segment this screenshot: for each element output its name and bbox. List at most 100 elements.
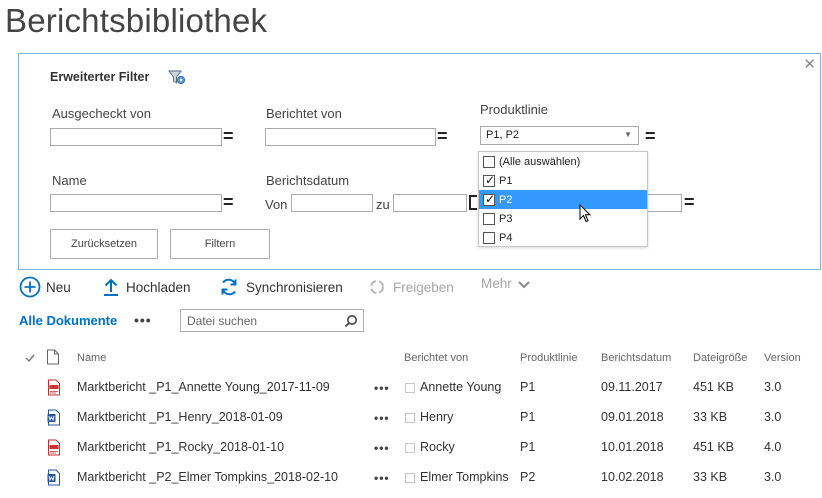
- dropdown-option-p4[interactable]: P4: [479, 228, 647, 247]
- date-to-label: zu: [376, 197, 390, 212]
- file-name-link[interactable]: Marktbericht _P1_Rocky_2018-01-10: [77, 440, 284, 454]
- reported-by-input[interactable]: [265, 128, 436, 146]
- table-row[interactable]: Marktbericht _P1_Annette Young_2017-11-0…: [0, 376, 822, 400]
- row-ellipsis[interactable]: •••: [374, 381, 390, 395]
- column-header-product-line[interactable]: Produktlinie: [520, 352, 577, 364]
- plus-circle-icon: [19, 276, 41, 298]
- file-name-link[interactable]: Marktbericht _P2_Elmer Tompkins_2018-02-…: [77, 470, 338, 484]
- new-label: Neu: [46, 279, 71, 295]
- product-line-combobox[interactable]: P1, P2 ▼: [480, 126, 639, 145]
- date-from-input[interactable]: [291, 194, 373, 212]
- dropdown-option-select-all[interactable]: (Alle auswählen): [479, 152, 647, 171]
- reported-by-label: Berichtet von: [266, 106, 342, 121]
- word-file-icon: [47, 409, 60, 426]
- column-header-version[interactable]: Version: [764, 352, 801, 364]
- cell-file-size: 451 KB: [693, 380, 735, 394]
- upload-label: Hochladen: [126, 279, 191, 295]
- share-icon: [370, 280, 384, 294]
- cell-report-date: 10.01.2018: [601, 440, 664, 454]
- file-name-link[interactable]: Marktbericht _P1_Henry_2018-01-09: [77, 410, 283, 424]
- cell-file-size: 33 KB: [693, 410, 728, 424]
- cell-version: 3.0: [764, 410, 782, 424]
- cell-reported-by[interactable]: Annette Young: [420, 380, 501, 394]
- upload-button[interactable]: Hochladen: [102, 276, 191, 298]
- product-line-dropdown[interactable]: (Alle auswählen) ✓ P1 ✓ P2 P3 P4: [478, 151, 648, 247]
- sync-button[interactable]: Synchronisieren: [219, 276, 343, 298]
- more-button[interactable]: Mehr: [481, 276, 532, 291]
- checked-out-by-label: Ausgecheckt von: [52, 106, 152, 121]
- checkmark-icon: ✓: [485, 191, 496, 206]
- name-input[interactable]: [50, 194, 222, 212]
- equals-operator: =: [684, 192, 695, 212]
- share-button[interactable]: Freigeben: [367, 276, 454, 298]
- secondary-input[interactable]: [647, 194, 682, 212]
- cell-report-date: 09.01.2018: [601, 410, 664, 424]
- select-all-check-icon[interactable]: [24, 352, 36, 364]
- option-label: P3: [499, 212, 513, 225]
- row-ellipsis[interactable]: •••: [374, 411, 390, 425]
- column-header-name[interactable]: Name: [77, 352, 106, 364]
- cell-product-line: P1: [520, 410, 536, 424]
- cell-report-date: 10.02.2018: [601, 470, 664, 484]
- checkbox[interactable]: [483, 231, 495, 244]
- filter-button[interactable]: Filtern: [170, 229, 270, 259]
- column-header-report-date[interactable]: Berichtsdatum: [601, 352, 671, 364]
- cell-version: 3.0: [764, 380, 782, 394]
- cell-reported-by[interactable]: Rocky: [420, 440, 455, 454]
- cell-reported-by[interactable]: Henry: [420, 410, 453, 424]
- cell-version: 4.0: [764, 440, 782, 454]
- file-type-icon: [47, 349, 59, 365]
- chevron-down-icon[interactable]: ▼: [624, 130, 632, 139]
- date-to-input[interactable]: [393, 194, 467, 212]
- search-box[interactable]: Datei suchen: [180, 309, 364, 332]
- mouse-cursor-icon: [579, 204, 592, 223]
- search-icon[interactable]: [344, 314, 358, 328]
- view-all-documents[interactable]: Alle Dokumente: [19, 313, 117, 328]
- presence-indicator: [405, 473, 415, 483]
- checkbox[interactable]: ✓: [483, 191, 496, 206]
- table-row[interactable]: Marktbericht _P2_Elmer Tompkins_2018-02-…: [0, 466, 822, 490]
- close-icon[interactable]: ✕: [803, 55, 816, 73]
- checkbox[interactable]: ✓: [483, 172, 496, 187]
- row-ellipsis[interactable]: •••: [374, 471, 390, 485]
- sync-label: Synchronisieren: [246, 279, 343, 295]
- option-label: (Alle auswählen): [499, 155, 581, 168]
- new-button[interactable]: Neu: [19, 276, 71, 298]
- cell-product-line: P1: [520, 380, 536, 394]
- option-label: P2: [499, 193, 513, 206]
- share-label: Freigeben: [393, 279, 454, 295]
- checkbox[interactable]: [483, 212, 495, 225]
- report-date-label: Berichtsdatum: [266, 173, 350, 188]
- view-options-ellipsis[interactable]: •••: [134, 312, 152, 328]
- name-label: Name: [52, 173, 87, 188]
- presence-indicator: [405, 383, 415, 393]
- column-header-file-size[interactable]: Dateigröße: [693, 352, 747, 364]
- table-row[interactable]: Marktbericht _P1_Rocky_2018-01-10 ••• Ro…: [0, 436, 822, 460]
- column-header-reported-by[interactable]: Berichtet von: [404, 352, 468, 364]
- chevron-down-icon: [518, 280, 530, 288]
- cell-file-size: 451 KB: [693, 440, 735, 454]
- checked-out-by-input[interactable]: [50, 128, 222, 146]
- pdf-file-icon: [48, 439, 60, 456]
- cell-reported-by[interactable]: Elmer Tompkins: [420, 470, 509, 484]
- equals-operator: =: [223, 192, 234, 212]
- dropdown-option-p1[interactable]: ✓ P1: [479, 171, 647, 190]
- search-input[interactable]: Datei suchen: [187, 314, 257, 328]
- upload-arrow-icon: [104, 278, 118, 296]
- calendar-icon[interactable]: [469, 195, 477, 210]
- cell-report-date: 09.11.2017: [601, 380, 663, 394]
- file-name-link[interactable]: Marktbericht _P1_Annette Young_2017-11-0…: [77, 380, 330, 394]
- product-line-value: P1, P2: [486, 129, 520, 141]
- equals-operator: =: [437, 126, 448, 146]
- filter-title: Erweiterter Filter: [50, 70, 150, 84]
- checkbox[interactable]: [483, 155, 495, 168]
- row-ellipsis[interactable]: •••: [374, 441, 390, 455]
- word-file-icon: [47, 469, 60, 486]
- cell-product-line: P1: [520, 440, 536, 454]
- dropdown-option-p2[interactable]: ✓ P2: [479, 190, 647, 209]
- table-row[interactable]: Marktbericht _P1_Henry_2018-01-09 ••• He…: [0, 406, 822, 430]
- product-line-label: Produktlinie: [480, 102, 548, 117]
- reset-button[interactable]: Zurücksetzen: [50, 229, 158, 259]
- checkmark-icon: ✓: [485, 172, 496, 187]
- dropdown-option-p3[interactable]: P3: [479, 209, 647, 228]
